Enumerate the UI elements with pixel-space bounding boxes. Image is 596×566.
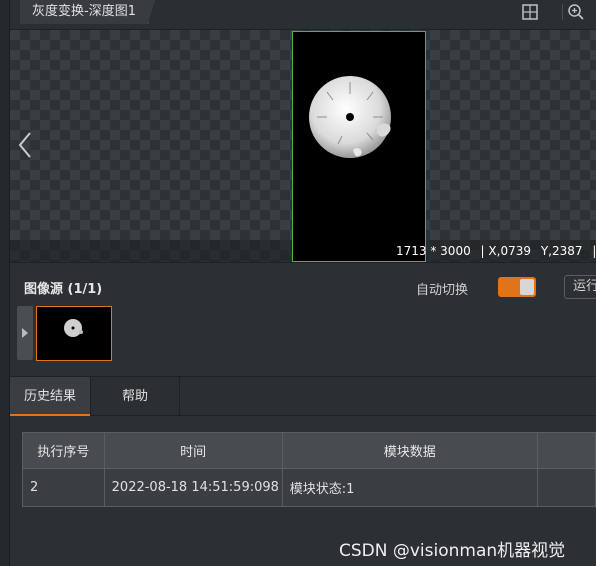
readout-trailing-text: | R <box>592 244 596 258</box>
top-toolbar: 灰度变换-深度图1 <box>10 0 596 30</box>
depth-image-content <box>309 76 391 158</box>
image-info-readout: 1713 * 3000 | X,0739 Y,2387 | R <box>396 244 596 258</box>
header-time[interactable]: 时间 <box>103 432 283 469</box>
cell-time: 2022-08-18 14:51:59:098 <box>103 468 283 507</box>
header-extra <box>536 432 596 469</box>
watermark-text: CSDN @visionman机器视觉 <box>339 541 566 561</box>
results-table: 执行序号 时间 模块数据 2 2022-08-18 14:51:59:098 模… <box>22 432 596 507</box>
cell-module-data: 模块状态:1 <box>281 468 538 507</box>
auto-switch-label: 自动切换 <box>416 283 469 298</box>
cell-extra <box>536 468 596 507</box>
thumbnail-expand-handle[interactable] <box>17 306 33 360</box>
table-header-row: 执行序号 时间 模块数据 <box>22 432 596 469</box>
fit-frame-icon[interactable] <box>520 2 540 22</box>
tab-history-results[interactable]: 历史结果 <box>10 377 90 416</box>
cell-exec-index: 2 <box>22 468 105 507</box>
zoom-in-icon[interactable] <box>566 2 586 22</box>
toolbar-divider <box>562 4 563 20</box>
image-thumbnail[interactable] <box>36 306 112 361</box>
image-source-panel: 图像源 (1/1) 自动切换 运行 <box>10 262 596 374</box>
coord-y-text: Y,2387 <box>540 244 583 258</box>
run-button[interactable]: 运行 <box>564 275 596 299</box>
table-row[interactable]: 2 2022-08-18 14:51:59:098 模块状态:1 <box>22 468 596 507</box>
image-source-title: 图像源 (1/1) <box>24 282 103 297</box>
previous-image-arrow-icon[interactable] <box>16 130 34 160</box>
auto-switch-toggle[interactable] <box>498 277 536 297</box>
toggle-knob <box>520 279 534 295</box>
depth-image-frame[interactable] <box>292 31 426 262</box>
bottom-tab-bar: 历史结果 帮助 <box>10 376 596 416</box>
header-module-data[interactable]: 模块数据 <box>281 432 538 469</box>
expand-arrow-icon <box>22 328 28 338</box>
resolution-text: 1713 * 3000 <box>396 244 471 258</box>
thumbnail-content <box>64 319 83 337</box>
coord-x-text: | X,0739 <box>480 244 531 258</box>
tab-help[interactable]: 帮助 <box>90 377 180 416</box>
image-viewer[interactable]: 1713 * 3000 | X,0739 Y,2387 | R <box>10 30 596 262</box>
left-edge-strip <box>0 0 10 566</box>
image-window-tab[interactable]: 灰度变换-深度图1 <box>20 0 155 24</box>
header-exec-index[interactable]: 执行序号 <box>22 432 105 469</box>
